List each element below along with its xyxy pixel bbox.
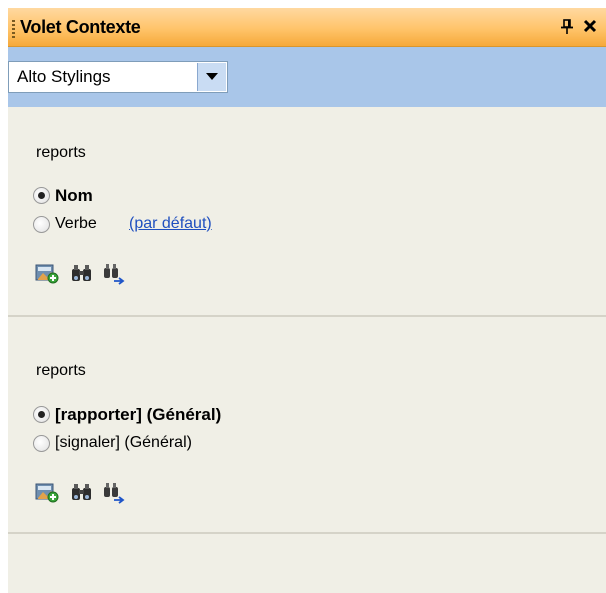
binoculars-icon[interactable] bbox=[69, 261, 95, 285]
style-dropdown[interactable]: Alto Stylings bbox=[8, 61, 228, 93]
context-section-1: reports Nom Verbe (par défaut) bbox=[8, 107, 606, 317]
dropdown-button[interactable] bbox=[197, 63, 226, 91]
radio-label: Verbe bbox=[55, 215, 97, 232]
chevron-down-icon bbox=[206, 73, 218, 80]
radio-button[interactable] bbox=[33, 406, 50, 423]
context-section-2: reports [rapporter] (Général) [signaler]… bbox=[8, 317, 606, 534]
radio-option-signaler[interactable]: [signaler] (Général) bbox=[33, 434, 293, 456]
close-icon[interactable] bbox=[582, 18, 598, 34]
radio-button[interactable] bbox=[33, 216, 50, 233]
section-word: reports bbox=[36, 362, 86, 379]
radio-button[interactable] bbox=[33, 187, 50, 204]
section-actions bbox=[34, 480, 174, 504]
add-entry-icon[interactable] bbox=[34, 261, 60, 285]
context-pane: Volet Contexte Alto Stylings reports Nom bbox=[8, 8, 606, 593]
radio-option-rapporter[interactable]: [rapporter] (Général) bbox=[33, 405, 323, 427]
grip-icon[interactable] bbox=[12, 20, 15, 38]
pane-title-bar[interactable]: Volet Contexte bbox=[8, 8, 606, 47]
pane-toolbar: Alto Stylings bbox=[8, 47, 606, 107]
search-next-icon[interactable] bbox=[101, 261, 127, 285]
radio-option-nom[interactable]: Nom bbox=[33, 186, 233, 208]
radio-button[interactable] bbox=[33, 435, 50, 452]
default-link[interactable]: (par défaut) bbox=[129, 215, 212, 233]
section-word: reports bbox=[36, 144, 86, 161]
search-next-icon[interactable] bbox=[101, 480, 127, 504]
radio-label: [signaler] (Général) bbox=[55, 434, 192, 451]
pane-title: Volet Contexte bbox=[20, 17, 141, 37]
pin-icon[interactable] bbox=[560, 19, 574, 35]
add-entry-icon[interactable] bbox=[34, 480, 60, 504]
section-actions bbox=[34, 261, 174, 285]
style-dropdown-value: Alto Stylings bbox=[17, 67, 111, 86]
radio-label: Nom bbox=[55, 186, 93, 205]
binoculars-icon[interactable] bbox=[69, 480, 95, 504]
radio-option-verbe[interactable]: Verbe (par défaut) bbox=[33, 215, 293, 237]
radio-label: [rapporter] (Général) bbox=[55, 405, 222, 424]
